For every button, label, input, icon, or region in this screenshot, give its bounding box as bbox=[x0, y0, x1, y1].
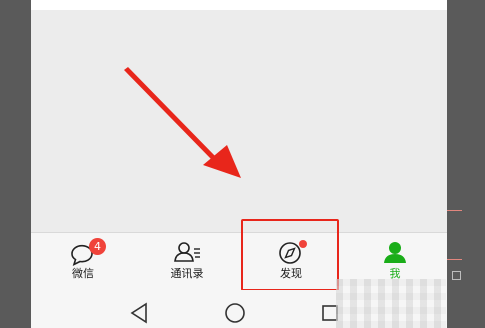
person-icon bbox=[379, 239, 411, 267]
back-triangle-icon bbox=[130, 302, 147, 324]
chat-bubble-icon: 4 bbox=[67, 238, 106, 267]
tab-label: 微信 bbox=[72, 267, 94, 280]
top-bar bbox=[31, 0, 447, 10]
annotation-arrow bbox=[124, 67, 241, 178]
backdrop-edge-tick bbox=[452, 271, 461, 280]
unread-badge: 4 bbox=[89, 238, 106, 255]
mosaic-watermark bbox=[336, 279, 446, 328]
backdrop-edge-box bbox=[446, 210, 462, 260]
phone-screen: 4 微信 通讯录 发现 我 bbox=[31, 0, 447, 328]
back-button[interactable] bbox=[119, 290, 159, 328]
home-button[interactable] bbox=[215, 290, 255, 328]
contacts-icon bbox=[171, 239, 203, 267]
highlight-box bbox=[241, 219, 339, 291]
content-area bbox=[31, 10, 447, 232]
tab-chats[interactable]: 4 微信 bbox=[31, 233, 135, 291]
tab-contacts[interactable]: 通讯录 bbox=[135, 233, 239, 291]
home-circle-icon bbox=[225, 303, 245, 323]
tab-label: 通讯录 bbox=[170, 267, 204, 280]
arrow-shaft bbox=[124, 67, 216, 160]
